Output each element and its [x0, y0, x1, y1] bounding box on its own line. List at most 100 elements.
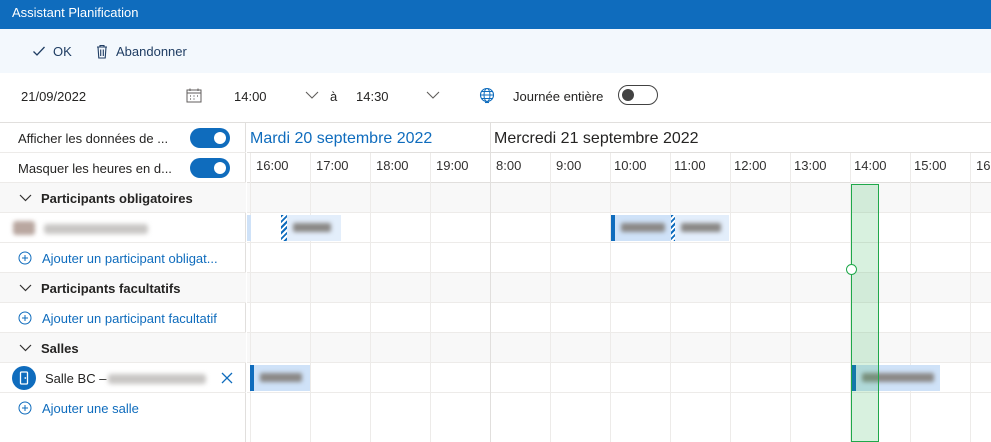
room-name-redacted — [108, 374, 206, 384]
command-bar: OK Abandonner — [0, 29, 991, 73]
hour-label: 16:00 — [256, 158, 289, 173]
globe-timezone-icon[interactable] — [479, 87, 495, 104]
trash-icon — [97, 44, 107, 59]
hour-line — [670, 153, 671, 442]
day-header[interactable]: Mercredi 21 septembre 2022 — [494, 123, 699, 153]
chevron-down-icon[interactable] — [426, 91, 440, 99]
grid-row-add-room — [247, 393, 991, 423]
hour-label: 11:00 — [674, 158, 706, 173]
event-title-redacted — [681, 223, 721, 232]
day-divider — [490, 123, 491, 442]
calendar-icon[interactable] — [186, 88, 202, 103]
show-data-toggle[interactable] — [190, 128, 230, 148]
busy-bar — [611, 215, 615, 241]
busy-block[interactable] — [611, 215, 673, 241]
hour-label: 18:00 — [376, 158, 409, 173]
event-title-redacted — [293, 223, 331, 232]
attendee-name-redacted — [44, 224, 148, 234]
busy-bar — [250, 365, 254, 391]
grid-row-optional-header — [247, 273, 991, 303]
optional-section-title: Participants facultatifs — [41, 281, 181, 296]
hour-label: 12:00 — [734, 158, 767, 173]
grid-row-add-required — [247, 243, 991, 273]
add-optional-link[interactable]: Ajouter un participant facultatif — [42, 311, 217, 326]
to-label: à — [330, 89, 338, 104]
required-section-title: Participants obligatoires — [41, 191, 193, 206]
end-time-select[interactable]: 14:30 — [356, 89, 389, 104]
hide-hours-option: Masquer les heures en d... — [0, 153, 246, 183]
selected-time-slot[interactable] — [851, 184, 879, 442]
date-time-row: 21/09/2022 14:00 à 14:30 Journée entière — [0, 73, 991, 123]
add-circle-icon[interactable] — [18, 251, 32, 265]
close-icon[interactable] — [221, 372, 233, 384]
day-header-selected[interactable]: Mardi 20 septembre 2022 — [250, 123, 432, 153]
add-room-link[interactable]: Ajouter une salle — [42, 401, 139, 416]
add-required-row[interactable]: Ajouter un participant obligat... — [0, 243, 246, 273]
ok-button[interactable]: OK — [32, 42, 72, 60]
all-day-toggle[interactable] — [618, 85, 658, 105]
window-title: Assistant Planification — [12, 5, 139, 20]
hide-hours-toggle[interactable] — [190, 158, 230, 178]
add-room-row[interactable]: Ajouter une salle — [0, 393, 246, 423]
busy-block[interactable] — [287, 215, 341, 241]
busy-block[interactable] — [247, 215, 251, 241]
hour-line — [250, 153, 251, 442]
checkmark-icon — [33, 46, 45, 56]
avatar — [13, 221, 35, 235]
hour-line — [370, 153, 371, 442]
hour-label: 9:00 — [556, 158, 582, 173]
hour-line — [310, 153, 311, 442]
grid-row-required-header — [247, 183, 991, 213]
grid-row-add-optional — [247, 303, 991, 333]
add-circle-icon[interactable] — [18, 401, 32, 415]
add-optional-row[interactable]: Ajouter un participant facultatif — [0, 303, 246, 333]
chevron-down-icon[interactable] — [19, 344, 32, 352]
ok-label: OK — [53, 43, 72, 59]
hour-label: 14:00 — [854, 158, 887, 173]
chevron-down-icon[interactable] — [19, 194, 32, 202]
hour-line — [430, 153, 431, 442]
hour-line — [790, 153, 791, 442]
title-bar: Assistant Planification — [0, 0, 991, 29]
required-section-header[interactable]: Participants obligatoires — [0, 183, 246, 213]
room-name: Salle BC – — [45, 371, 107, 386]
hide-hours-label: Masquer les heures en d... — [18, 161, 172, 176]
discard-label: Abandonner — [116, 43, 187, 59]
hour-line — [550, 153, 551, 442]
rooms-section-header[interactable]: Salles — [0, 333, 246, 363]
room-row[interactable]: Salle BC – — [0, 363, 246, 393]
schedule-grid: Mardi 20 septembre 2022 Mercredi 21 sept… — [247, 123, 991, 442]
hour-label: 13:00 — [794, 158, 827, 173]
hour-label: 17:00 — [316, 158, 349, 173]
hour-label: 19:00 — [436, 158, 469, 173]
discard-button[interactable]: Abandonner — [95, 42, 187, 60]
attendee-row[interactable] — [0, 213, 246, 243]
hour-line — [610, 153, 611, 442]
attendee-pane: Afficher les données de ... Masquer les … — [0, 123, 246, 442]
grid-row-rooms-header — [247, 333, 991, 363]
add-required-link[interactable]: Ajouter un participant obligat... — [42, 251, 218, 266]
event-title-redacted — [621, 223, 665, 232]
show-data-option: Afficher les données de ... — [0, 123, 246, 153]
hour-label: 8:00 — [496, 158, 522, 173]
hour-label: 15:00 — [914, 158, 947, 173]
chevron-down-icon[interactable] — [19, 284, 32, 292]
room-avatar — [12, 366, 36, 390]
room-busy-block[interactable] — [250, 365, 310, 391]
event-title-redacted — [260, 373, 302, 382]
date-field[interactable]: 21/09/2022 — [21, 89, 86, 104]
add-circle-icon[interactable] — [18, 311, 32, 325]
all-day-label: Journée entière — [513, 89, 604, 104]
hour-label: 10:00 — [614, 158, 647, 173]
optional-section-header[interactable]: Participants facultatifs — [0, 273, 246, 303]
rooms-section-title: Salles — [41, 341, 79, 356]
start-time-select[interactable]: 14:00 — [234, 89, 267, 104]
slot-resize-handle[interactable] — [846, 264, 857, 275]
door-icon — [19, 371, 29, 385]
show-data-label: Afficher les données de ... — [18, 131, 169, 146]
hour-line — [910, 153, 911, 442]
hour-line — [730, 153, 731, 442]
busy-block[interactable] — [675, 215, 729, 241]
hour-line — [970, 153, 971, 442]
chevron-down-icon[interactable] — [305, 91, 319, 99]
